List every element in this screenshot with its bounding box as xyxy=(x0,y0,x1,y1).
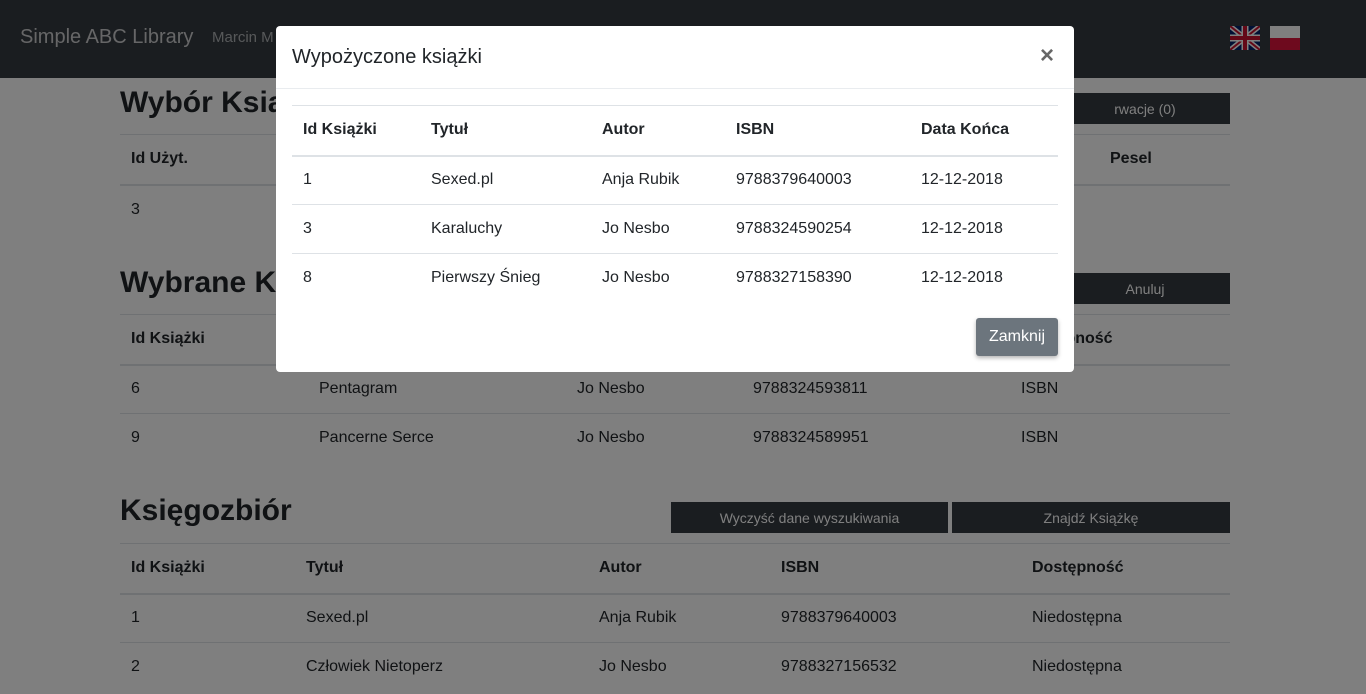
cell: Pierwszy Śnieg xyxy=(420,253,591,303)
cell: 8 xyxy=(292,253,420,303)
col-header: ISBN xyxy=(725,105,910,157)
col-header: Id Książki xyxy=(292,105,420,157)
cell: 3 xyxy=(292,204,420,254)
close-modal-button[interactable]: Zamknij xyxy=(976,318,1058,356)
cell: 12-12-2018 xyxy=(910,253,1058,303)
modal-title: Wypożyczone książki xyxy=(292,46,482,68)
col-header: Tytuł xyxy=(420,105,591,157)
cell: 12-12-2018 xyxy=(910,204,1058,254)
cell: Karaluchy xyxy=(420,204,591,254)
cell: Jo Nesbo xyxy=(591,204,725,254)
cell: 12-12-2018 xyxy=(910,155,1058,205)
cell: 9788324590254 xyxy=(725,204,910,254)
col-header: Data Końca xyxy=(910,105,1058,157)
close-icon[interactable]: × xyxy=(1040,42,1054,70)
table-row[interactable]: 1 Sexed.pl Anja Rubik 9788379640003 12-1… xyxy=(292,155,1058,205)
borrowed-books-table: Id Książki Tytuł Autor ISBN Data Końca 1… xyxy=(292,105,1058,303)
table-row[interactable]: 8 Pierwszy Śnieg Jo Nesbo 9788327158390 … xyxy=(292,253,1058,303)
cell: 1 xyxy=(292,155,420,205)
cell: Anja Rubik xyxy=(591,155,725,205)
cell: Sexed.pl xyxy=(420,155,591,205)
borrowed-books-modal: Wypożyczone książki × Id Książki Tytuł A… xyxy=(276,26,1074,372)
cell: 9788379640003 xyxy=(725,155,910,205)
cell: Jo Nesbo xyxy=(591,253,725,303)
table-row[interactable]: 3 Karaluchy Jo Nesbo 9788324590254 12-12… xyxy=(292,204,1058,254)
modal-header: Wypożyczone książki × xyxy=(276,26,1074,89)
table-header-row: Id Książki Tytuł Autor ISBN Data Końca xyxy=(292,105,1058,157)
col-header: Autor xyxy=(591,105,725,157)
cell: 9788327158390 xyxy=(725,253,910,303)
